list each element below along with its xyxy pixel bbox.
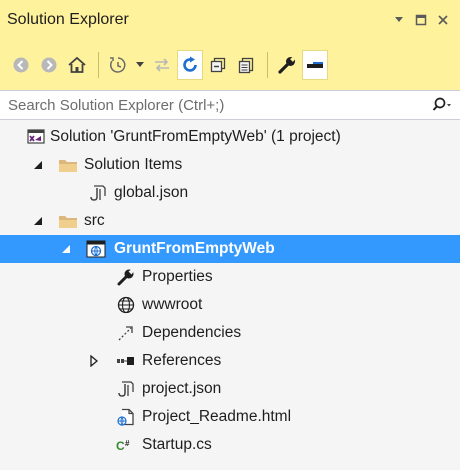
tree-item-label: global.json (114, 184, 189, 201)
tree-item-label: src (84, 212, 105, 229)
tree-item-label: References (142, 352, 222, 369)
search-bar (0, 90, 460, 120)
tree-item-dependencies[interactable]: Dependencies (0, 319, 460, 347)
solution-explorer-panel: Solution Explorer Search Solution Explor… (0, 0, 460, 470)
pending-changes-filter-icon (110, 57, 126, 73)
references-icon (116, 351, 136, 371)
json-file-icon (88, 183, 108, 203)
show-all-files-button[interactable] (233, 50, 259, 80)
json-file-icon (116, 379, 136, 399)
back-button[interactable] (8, 50, 34, 80)
globe-icon (116, 295, 136, 315)
close-icon (438, 15, 448, 25)
collapse-all-icon (210, 57, 226, 73)
properties-button[interactable] (274, 50, 300, 80)
dropdown-arrow-icon (136, 62, 144, 67)
solution-icon (26, 127, 46, 147)
dependencies-icon (116, 323, 136, 343)
expanded-triangle-icon[interactable] (60, 243, 72, 255)
sync-with-active-document-icon (155, 58, 169, 72)
preview-selected-items-button[interactable] (302, 50, 328, 80)
refresh-button[interactable] (177, 50, 203, 80)
toolbar-separator (98, 52, 99, 78)
home-icon (68, 56, 86, 73)
wrench-icon (116, 267, 136, 287)
csharp-file-icon: C # (116, 435, 136, 455)
tree-item-label: Startup.cs (142, 436, 212, 453)
forward-icon (41, 57, 57, 73)
tree-item-label: wwwroot (142, 296, 203, 313)
tree-item-label: Dependencies (142, 324, 242, 341)
tree-item-startup-cs[interactable]: C # Startup.cs (0, 431, 460, 459)
folder-icon (58, 155, 78, 175)
filter-dropdown-button[interactable] (133, 50, 147, 80)
tree-item-label: Properties (142, 268, 213, 285)
tree-item-references[interactable]: References (0, 347, 460, 375)
tree-item-label: project.json (142, 380, 222, 397)
search-button[interactable] (424, 91, 460, 119)
tree-item-label: Solution Items (84, 156, 183, 173)
forward-button[interactable] (36, 50, 62, 80)
tree-item-project-json[interactable]: project.json (0, 375, 460, 403)
search-input[interactable] (0, 91, 424, 119)
window-position-menu-button[interactable] (390, 11, 408, 29)
tree-item-solution-items[interactable]: Solution Items (0, 151, 460, 179)
tree-item-wwwroot[interactable]: wwwroot (0, 291, 460, 319)
tree-item-project[interactable]: GruntFromEmptyWeb (0, 235, 460, 263)
collapse-all-button[interactable] (205, 50, 231, 80)
search-icon (432, 97, 451, 111)
properties-icon (278, 56, 296, 74)
svg-text:C: C (116, 439, 125, 452)
close-button[interactable] (434, 11, 452, 29)
expanded-triangle-icon[interactable] (32, 215, 44, 227)
title-bar[interactable]: Solution Explorer (0, 0, 460, 40)
maximize-icon (415, 14, 427, 26)
expanded-triangle-icon[interactable] (32, 159, 44, 171)
pending-changes-filter-button[interactable] (105, 50, 131, 80)
web-project-icon (86, 239, 106, 259)
chevron-down-icon (395, 17, 403, 22)
preview-selected-items-icon (307, 62, 323, 68)
html-file-icon (116, 407, 136, 427)
tree-item-project-readme[interactable]: Project_Readme.html (0, 403, 460, 431)
collapsed-triangle-icon[interactable] (88, 355, 100, 367)
svg-text:#: # (125, 439, 130, 448)
back-icon (13, 57, 29, 73)
sync-with-active-document-button[interactable] (149, 50, 175, 80)
toolbar (0, 40, 460, 90)
tree-item-global-json[interactable]: global.json (0, 179, 460, 207)
tree-item-properties[interactable]: Properties (0, 263, 460, 291)
tree-item-label: GruntFromEmptyWeb (114, 240, 275, 257)
solution-tree: Solution 'GruntFromEmptyWeb' (1 project)… (0, 120, 460, 470)
maximize-button[interactable] (412, 11, 430, 29)
tree-item-label: Solution 'GruntFromEmptyWeb' (1 project) (50, 128, 341, 145)
home-button[interactable] (64, 50, 90, 80)
tree-item-label: Project_Readme.html (142, 408, 292, 425)
tree-item-solution[interactable]: Solution 'GruntFromEmptyWeb' (1 project) (0, 123, 460, 151)
panel-title: Solution Explorer (7, 11, 129, 28)
refresh-icon (183, 56, 197, 72)
toolbar-separator (267, 52, 268, 78)
show-all-files-icon (238, 57, 254, 74)
folder-icon (58, 211, 78, 231)
tree-item-src[interactable]: src (0, 207, 460, 235)
